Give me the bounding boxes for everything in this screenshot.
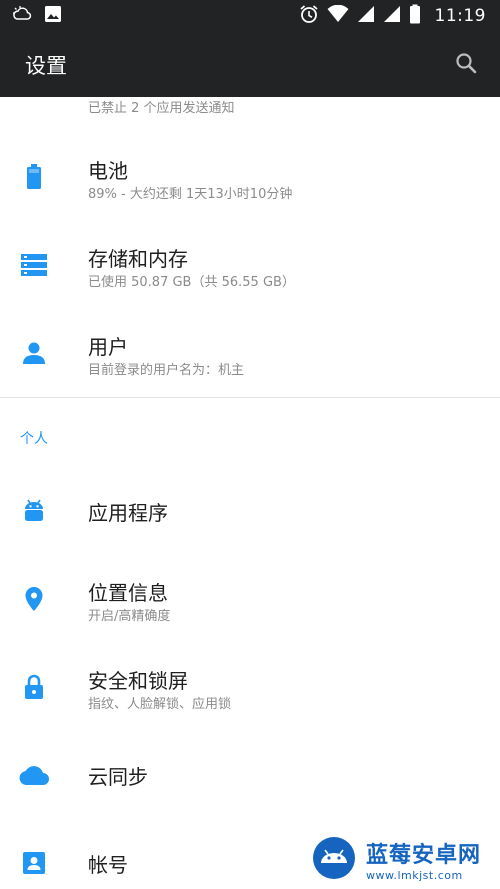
settings-item-security[interactable]: 安全和锁屏 指纹、人脸解锁、应用锁	[0, 643, 500, 731]
battery-icon	[20, 163, 48, 191]
android-icon	[20, 497, 48, 525]
settings-item-apps[interactable]: 应用程序	[0, 467, 500, 555]
settings-item-title: 存储和内存	[88, 247, 188, 271]
settings-item-title: 用户	[88, 335, 128, 359]
settings-item-title: 应用程序	[88, 501, 168, 525]
alarm-icon	[299, 4, 319, 28]
watermark-url: www.lmkjst.com	[366, 869, 463, 882]
settings-list: 已禁止 2 个应用发送通知 电池 89% - 大约还剩 1天13小时10分钟 存…	[0, 97, 500, 889]
watermark-text: 蓝莓安卓网 www.lmkjst.com	[366, 837, 481, 882]
settings-item-title: 位置信息	[88, 581, 168, 605]
settings-item-summary: 已禁止 2 个应用发送通知	[88, 101, 235, 116]
settings-item-title: 安全和锁屏	[88, 669, 188, 693]
settings-item-summary: 目前登录的用户名为：机主	[88, 363, 245, 378]
status-time: 11:19	[434, 6, 486, 26]
settings-item-summary: 指纹、人脸解锁、应用锁	[88, 697, 232, 712]
search-icon	[454, 51, 478, 79]
settings-item-storage[interactable]: 存储和内存 已使用 50.87 GB（共 56.55 GB）	[0, 221, 500, 309]
notifications-icon	[22, 97, 46, 107]
account-icon	[20, 849, 48, 877]
status-left	[12, 5, 62, 27]
cloud-icon	[18, 761, 50, 789]
watermark-name: 蓝莓安卓网	[366, 843, 482, 868]
lock-icon	[20, 673, 48, 701]
settings-item-title: 云同步	[88, 765, 148, 789]
image-icon	[44, 5, 62, 27]
settings-item-location[interactable]: 位置信息 开启/高精确度	[0, 555, 500, 643]
watermark-logo-icon	[312, 836, 356, 884]
wifi-icon	[327, 4, 349, 27]
signal-icon	[357, 5, 375, 27]
search-button[interactable]	[448, 47, 484, 83]
user-icon	[20, 339, 48, 367]
battery-icon	[409, 4, 421, 28]
settings-item-title: 帐号	[88, 853, 128, 877]
settings-item-summary: 开启/高精确度	[88, 609, 171, 624]
settings-item-battery[interactable]: 电池 89% - 大约还剩 1天13小时10分钟	[0, 133, 500, 221]
settings-item-summary: 已使用 50.87 GB（共 56.55 GB）	[88, 275, 295, 290]
weather-icon	[12, 5, 32, 27]
settings-item-title: 电池	[88, 159, 128, 183]
section-header-personal: 个人	[20, 431, 48, 447]
storage-icon	[20, 251, 48, 279]
page-title: 设置	[25, 53, 67, 78]
settings-item-cloud-sync[interactable]: 云同步	[0, 731, 500, 819]
status-bar: 11:19	[0, 0, 500, 32]
status-right: 11:19	[299, 4, 487, 28]
location-icon	[20, 585, 48, 613]
app-bar: 设置	[0, 32, 500, 97]
signal-icon-2	[383, 5, 401, 27]
settings-item-summary: 89% - 大约还剩 1天13小时10分钟	[88, 187, 293, 202]
section-divider	[0, 397, 500, 398]
settings-item-user[interactable]: 用户 目前登录的用户名为：机主	[0, 309, 500, 397]
settings-item-notifications[interactable]: 已禁止 2 个应用发送通知	[0, 97, 500, 127]
site-watermark: 蓝莓安卓网 www.lmkjst.com	[298, 830, 500, 889]
